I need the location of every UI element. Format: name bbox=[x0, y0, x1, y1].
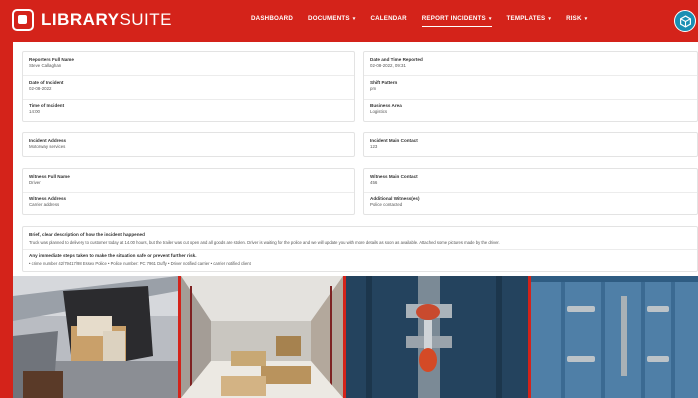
incident-contact-card: Incident Main Contact 123 bbox=[363, 132, 698, 157]
witness-details-card: Witness Full Name Driver Witness Address… bbox=[22, 168, 355, 215]
additional-witnesses-field: Additional Witness(es) Police contacted bbox=[370, 196, 419, 207]
report-time-card: Date and Time Reported 02-08-2022, 09:31… bbox=[363, 51, 698, 122]
incident-address-card: Incident Address Motorway services bbox=[22, 132, 355, 157]
witness-contact-value: 456 bbox=[370, 180, 378, 185]
divider bbox=[23, 75, 354, 76]
description-value: Truck was planned to delivery to custome… bbox=[29, 240, 500, 245]
reporter-name-value: Steve Callaghan bbox=[29, 63, 62, 68]
incident-contact-field: Incident Main Contact 123 bbox=[370, 138, 418, 149]
date-time-reported-label: Date and Time Reported bbox=[370, 57, 423, 62]
main-nav: DASHBOARD DOCUMENTS ▾ CALENDAR REPORT INC… bbox=[251, 15, 602, 27]
time-of-incident-field: Time of Incident 14:00 bbox=[29, 103, 64, 114]
date-time-reported-field: Date and Time Reported 02-08-2022, 09:31 bbox=[370, 57, 423, 68]
chevron-down-icon: ▾ bbox=[548, 16, 552, 22]
witness-contact-card: Witness Main Contact 456 Additional Witn… bbox=[363, 168, 698, 215]
divider bbox=[364, 192, 697, 193]
nav-risk[interactable]: RISK ▾ bbox=[566, 15, 587, 22]
witness-contact-label: Witness Main Contact bbox=[370, 174, 418, 179]
nav-templates[interactable]: TEMPLATES ▾ bbox=[507, 15, 552, 22]
top-navigation-bar: LIBRARYSUITE DASHBOARD DOCUMENTS ▾ CALEND… bbox=[0, 0, 698, 40]
date-time-reported-value: 02-08-2022, 09:31 bbox=[370, 63, 406, 68]
incident-address-value: Motorway services bbox=[29, 144, 66, 149]
time-of-incident-value: 14:00 bbox=[29, 109, 40, 114]
additional-witnesses-value: Police contacted bbox=[370, 202, 403, 207]
witness-contact-field: Witness Main Contact 456 bbox=[370, 174, 418, 185]
brand-name: LIBRARYSUITE bbox=[41, 10, 172, 29]
description-label: Brief, clear description of how the inci… bbox=[29, 232, 145, 237]
library-suite-logo-icon bbox=[12, 9, 34, 31]
divider bbox=[23, 99, 354, 100]
incident-address-label: Incident Address bbox=[29, 138, 67, 143]
nav-calendar[interactable]: CALENDAR bbox=[370, 15, 406, 22]
witness-name-field: Witness Full Name Driver bbox=[29, 174, 70, 185]
photo-empty-trailer-pallets[interactable] bbox=[181, 276, 343, 398]
time-of-incident-label: Time of Incident bbox=[29, 103, 65, 108]
divider bbox=[364, 75, 697, 76]
immediate-steps-value: • crime number 42/79417/98 Essex Police … bbox=[29, 261, 251, 266]
chevron-down-icon: ▾ bbox=[488, 16, 492, 22]
cube-icon bbox=[679, 14, 691, 28]
incident-description-card: Brief, clear description of how the inci… bbox=[22, 226, 698, 272]
reporter-details-card: Reporters Full Name Steve Callaghan Date… bbox=[22, 51, 355, 122]
incident-address-field: Incident Address Motorway services bbox=[29, 138, 66, 149]
nav-report-incidents[interactable]: REPORT INCIDENTS ▾ bbox=[421, 15, 492, 27]
business-area-field: Business Area Logistics bbox=[370, 103, 402, 114]
incident-contact-value: 123 bbox=[370, 144, 378, 149]
shift-pattern-value: pm bbox=[370, 86, 377, 91]
business-area-label: Business Area bbox=[370, 103, 402, 108]
brand-logo[interactable]: LIBRARYSUITE bbox=[12, 7, 172, 33]
photo-container-seal[interactable] bbox=[346, 276, 528, 398]
nav-dashboard[interactable]: DASHBOARD bbox=[251, 15, 293, 22]
additional-witnesses-label: Additional Witness(es) bbox=[370, 196, 420, 201]
incident-report-panel: Reporters Full Name Steve Callaghan Date… bbox=[13, 42, 698, 276]
photo-container-doors[interactable] bbox=[531, 276, 698, 398]
chevron-down-icon: ▾ bbox=[584, 16, 588, 22]
incident-photos bbox=[13, 276, 698, 398]
date-of-incident-field: Date of Incident 02-08-2022 bbox=[29, 80, 63, 91]
witness-name-label: Witness Full Name bbox=[29, 174, 70, 179]
immediate-steps-label: Any immediate steps taken to make the si… bbox=[29, 253, 197, 258]
witness-address-label: Witness Address bbox=[29, 196, 67, 201]
witness-address-value: Carrier address bbox=[29, 202, 60, 207]
user-avatar-icon[interactable] bbox=[674, 10, 696, 32]
shift-pattern-field: Shift Pattern pm bbox=[370, 80, 397, 91]
reporter-name-label: Reporters Full Name bbox=[29, 57, 74, 62]
divider bbox=[364, 99, 697, 100]
date-of-incident-label: Date of Incident bbox=[29, 80, 64, 85]
date-of-incident-value: 02-08-2022 bbox=[29, 86, 52, 91]
witness-name-value: Driver bbox=[29, 180, 41, 185]
photo-cut-trailer[interactable] bbox=[13, 276, 178, 398]
incident-contact-label: Incident Main Contact bbox=[370, 138, 418, 143]
business-area-value: Logistics bbox=[370, 109, 388, 114]
witness-address-field: Witness Address Carrier address bbox=[29, 196, 66, 207]
divider bbox=[23, 192, 354, 193]
shift-pattern-label: Shift Pattern bbox=[370, 80, 398, 85]
reporter-name-field: Reporters Full Name Steve Callaghan bbox=[29, 57, 74, 68]
chevron-down-icon: ▾ bbox=[352, 16, 356, 22]
divider bbox=[23, 249, 697, 250]
nav-documents[interactable]: DOCUMENTS ▾ bbox=[308, 15, 355, 22]
